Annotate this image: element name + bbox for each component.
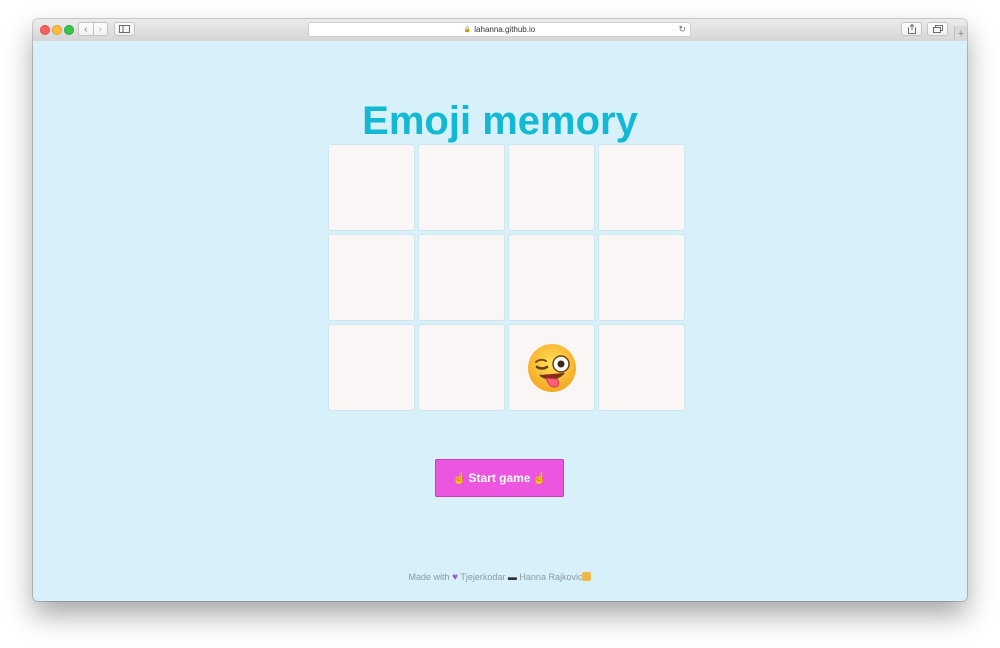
memory-card[interactable] xyxy=(598,234,685,321)
sidebar-icon[interactable] xyxy=(114,22,135,36)
close-window-icon[interactable] xyxy=(40,25,50,35)
memory-card[interactable] xyxy=(508,144,595,231)
footer-made-with: Made with xyxy=(408,572,450,582)
pointing-hand-icon: ☝ xyxy=(452,472,467,485)
memory-card[interactable] xyxy=(598,324,685,411)
footer: Made with ♥ Tjejerkodar ▬ Hanna Rajkovic xyxy=(33,572,967,583)
tabs-icon[interactable] xyxy=(927,22,948,36)
page-title: Emoji memory xyxy=(362,99,638,143)
minimize-window-icon[interactable] xyxy=(52,25,62,35)
memory-card[interactable] xyxy=(418,234,505,321)
navigation-buttons: ‹ › xyxy=(78,22,108,36)
memory-card[interactable] xyxy=(508,234,595,321)
memory-card[interactable] xyxy=(328,144,415,231)
start-game-button[interactable]: ☝ Start game ☝ xyxy=(435,459,564,497)
footer-tjejerkodar[interactable]: Tjejerkodar xyxy=(460,572,505,582)
memory-card[interactable] xyxy=(328,324,415,411)
maximize-window-icon[interactable] xyxy=(64,25,74,35)
memory-card-grid xyxy=(328,144,686,412)
chevron-left-icon[interactable]: ‹ xyxy=(79,23,93,35)
share-icon[interactable] xyxy=(901,22,922,36)
memory-card[interactable] xyxy=(328,234,415,321)
winking-face-with-tongue-icon xyxy=(527,343,576,392)
memory-card[interactable] xyxy=(418,324,505,411)
footer-author[interactable]: Hanna Rajkovic xyxy=(519,572,582,582)
memory-card[interactable] xyxy=(418,144,505,231)
start-game-label: Start game xyxy=(468,471,531,485)
laptop-icon: ▬ xyxy=(507,572,517,582)
address-bar[interactable]: 🔒 lahanna.github.io ↻ xyxy=(308,22,691,37)
memory-card-revealed[interactable] xyxy=(508,324,595,411)
reload-icon[interactable]: ↻ xyxy=(678,24,686,35)
url-text: lahanna.github.io xyxy=(474,25,536,34)
lock-icon: 🔒 xyxy=(463,27,472,33)
chevron-right-icon[interactable]: › xyxy=(92,23,108,35)
memory-card[interactable] xyxy=(598,144,685,231)
page-content: Emoji memory ☝ Start game ☝ Made with ♥ … xyxy=(33,41,967,601)
browser-window: ‹ › 🔒 lahanna.github.io ↻ + Emoji memory xyxy=(33,19,967,601)
new-tab-button[interactable]: + xyxy=(954,26,967,41)
woman-icon xyxy=(582,572,592,581)
browser-toolbar: ‹ › 🔒 lahanna.github.io ↻ + xyxy=(33,19,967,42)
purple-heart-icon: ♥ xyxy=(452,572,459,583)
pointing-hand-icon: ☝ xyxy=(532,472,547,485)
